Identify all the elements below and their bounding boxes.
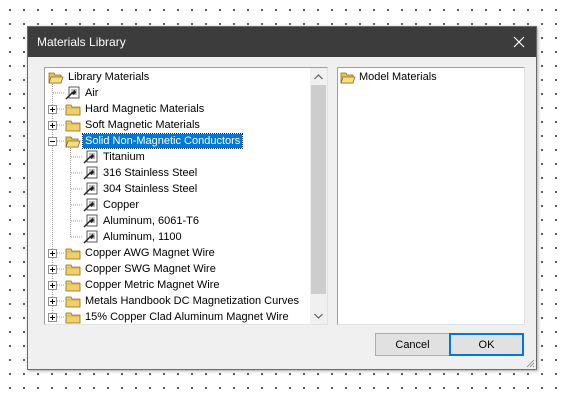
material-icon [83, 166, 98, 180]
dialog-title: Materials Library [37, 35, 126, 49]
tree-node-label: Copper SWG Magnet Wire [85, 263, 216, 275]
material-icon [83, 182, 98, 196]
tree-node-label: Copper AWG Magnet Wire [85, 247, 215, 259]
tree-node-solid-non-magnetic-conductors[interactable]: Solid Non-Magnetic Conductors [45, 133, 310, 150]
tree-node-316-stainless-steel[interactable]: 316 Stainless Steel [45, 166, 310, 182]
materials-library-dialog: Materials Library Library Materials Air Ha… [27, 26, 537, 370]
model-materials-tree-panel[interactable]: Model Materials [337, 67, 525, 325]
folder-icon [65, 264, 81, 276]
tree-node-15-copper-clad-aluminum-magnet-wire[interactable]: 15% Copper Clad Aluminum Magnet Wire [45, 310, 310, 324]
tree-node-aluminum-6061-t6[interactable]: Aluminum, 6061-T6 [45, 214, 310, 230]
tree-node-label: Aluminum, 1100 [103, 231, 182, 243]
library-tree-vertical-scrollbar[interactable] [310, 68, 327, 324]
tree-node-304-stainless-steel[interactable]: 304 Stainless Steel [45, 182, 310, 198]
expand-plus-icon[interactable] [48, 249, 57, 258]
scroll-thumb[interactable] [311, 85, 326, 294]
tree-node-label: 304 Stainless Steel [103, 183, 198, 195]
open-folder-icon [48, 72, 64, 84]
material-icon [83, 230, 98, 244]
close-button[interactable] [502, 27, 536, 57]
tree-node-air[interactable]: Air [45, 86, 310, 102]
scroll-up-button[interactable] [310, 68, 327, 85]
tree-node-label: Model Materials [359, 71, 437, 83]
material-icon [83, 198, 98, 212]
tree-node-soft-magnetic-materials[interactable]: Soft Magnetic Materials [45, 118, 310, 134]
tree-node-label: Copper Metric Magnet Wire [85, 279, 220, 291]
tree-node-copper-awg-magnet-wire[interactable]: Copper AWG Magnet Wire [45, 246, 310, 262]
tree-node-model-materials[interactable]: Model Materials [338, 70, 524, 86]
cancel-button[interactable]: Cancel [375, 333, 450, 356]
folder-icon [65, 296, 81, 308]
material-icon [83, 214, 98, 228]
material-icon [83, 150, 98, 164]
library-materials-tree-panel[interactable]: Library Materials Air Hard Magnetic Materi… [44, 67, 328, 325]
tree-node-library-materials[interactable]: Library Materials [45, 70, 310, 86]
scroll-down-button[interactable] [310, 307, 327, 324]
tree-node-copper-swg-magnet-wire[interactable]: Copper SWG Magnet Wire [45, 262, 310, 278]
tree-node-label: Titanium [103, 151, 145, 163]
material-icon [65, 86, 80, 100]
folder-icon [65, 120, 81, 132]
chevron-down-icon [314, 313, 323, 319]
expand-plus-icon[interactable] [48, 121, 57, 130]
tree-node-label: Aluminum, 6061-T6 [103, 215, 199, 227]
tree-node-metals-handbook-dc-magnetization-curves[interactable]: Metals Handbook DC Magnetization Curves [45, 294, 310, 310]
open-folder-icon [65, 136, 81, 148]
tree-node-label: 15% Copper Clad Aluminum Magnet Wire [85, 311, 289, 323]
open-folder-icon [340, 72, 356, 84]
tree-node-aluminum-1100[interactable]: Aluminum, 1100 [45, 230, 310, 246]
library-materials-tree[interactable]: Library Materials Air Hard Magnetic Materi… [45, 68, 310, 324]
tree-node-label: Air [85, 87, 99, 99]
title-bar[interactable]: Materials Library [28, 27, 536, 57]
tree-node-label: Library Materials [68, 71, 150, 83]
ok-button[interactable]: OK [449, 333, 524, 356]
resize-grip-icon[interactable] [525, 358, 535, 368]
folder-icon [65, 312, 81, 324]
folder-icon [65, 104, 81, 116]
tree-node-copper[interactable]: Copper [45, 198, 310, 214]
folder-icon [65, 280, 81, 292]
tree-node-label: Copper [103, 199, 140, 211]
expand-plus-icon[interactable] [48, 265, 57, 274]
tree-node-label: Metals Handbook DC Magnetization Curves [85, 295, 299, 307]
collapse-minus-icon[interactable] [48, 137, 57, 146]
chevron-up-icon [314, 73, 323, 79]
tree-node-label: Solid Non-Magnetic Conductors [81, 133, 244, 149]
tree-node-copper-metric-magnet-wire[interactable]: Copper Metric Magnet Wire [45, 278, 310, 294]
tree-node-label: Soft Magnetic Materials [85, 119, 200, 131]
expand-plus-icon[interactable] [48, 281, 57, 290]
close-icon [513, 36, 525, 48]
folder-icon [65, 248, 81, 260]
tree-node-titanium[interactable]: Titanium [45, 150, 310, 166]
tree-node-hard-magnetic-materials[interactable]: Hard Magnetic Materials [45, 102, 310, 118]
expand-plus-icon[interactable] [48, 313, 57, 322]
tree-node-label: 316 Stainless Steel [103, 167, 198, 179]
expand-plus-icon[interactable] [48, 105, 57, 114]
expand-plus-icon[interactable] [48, 297, 57, 306]
tree-node-label: Hard Magnetic Materials [85, 103, 205, 115]
